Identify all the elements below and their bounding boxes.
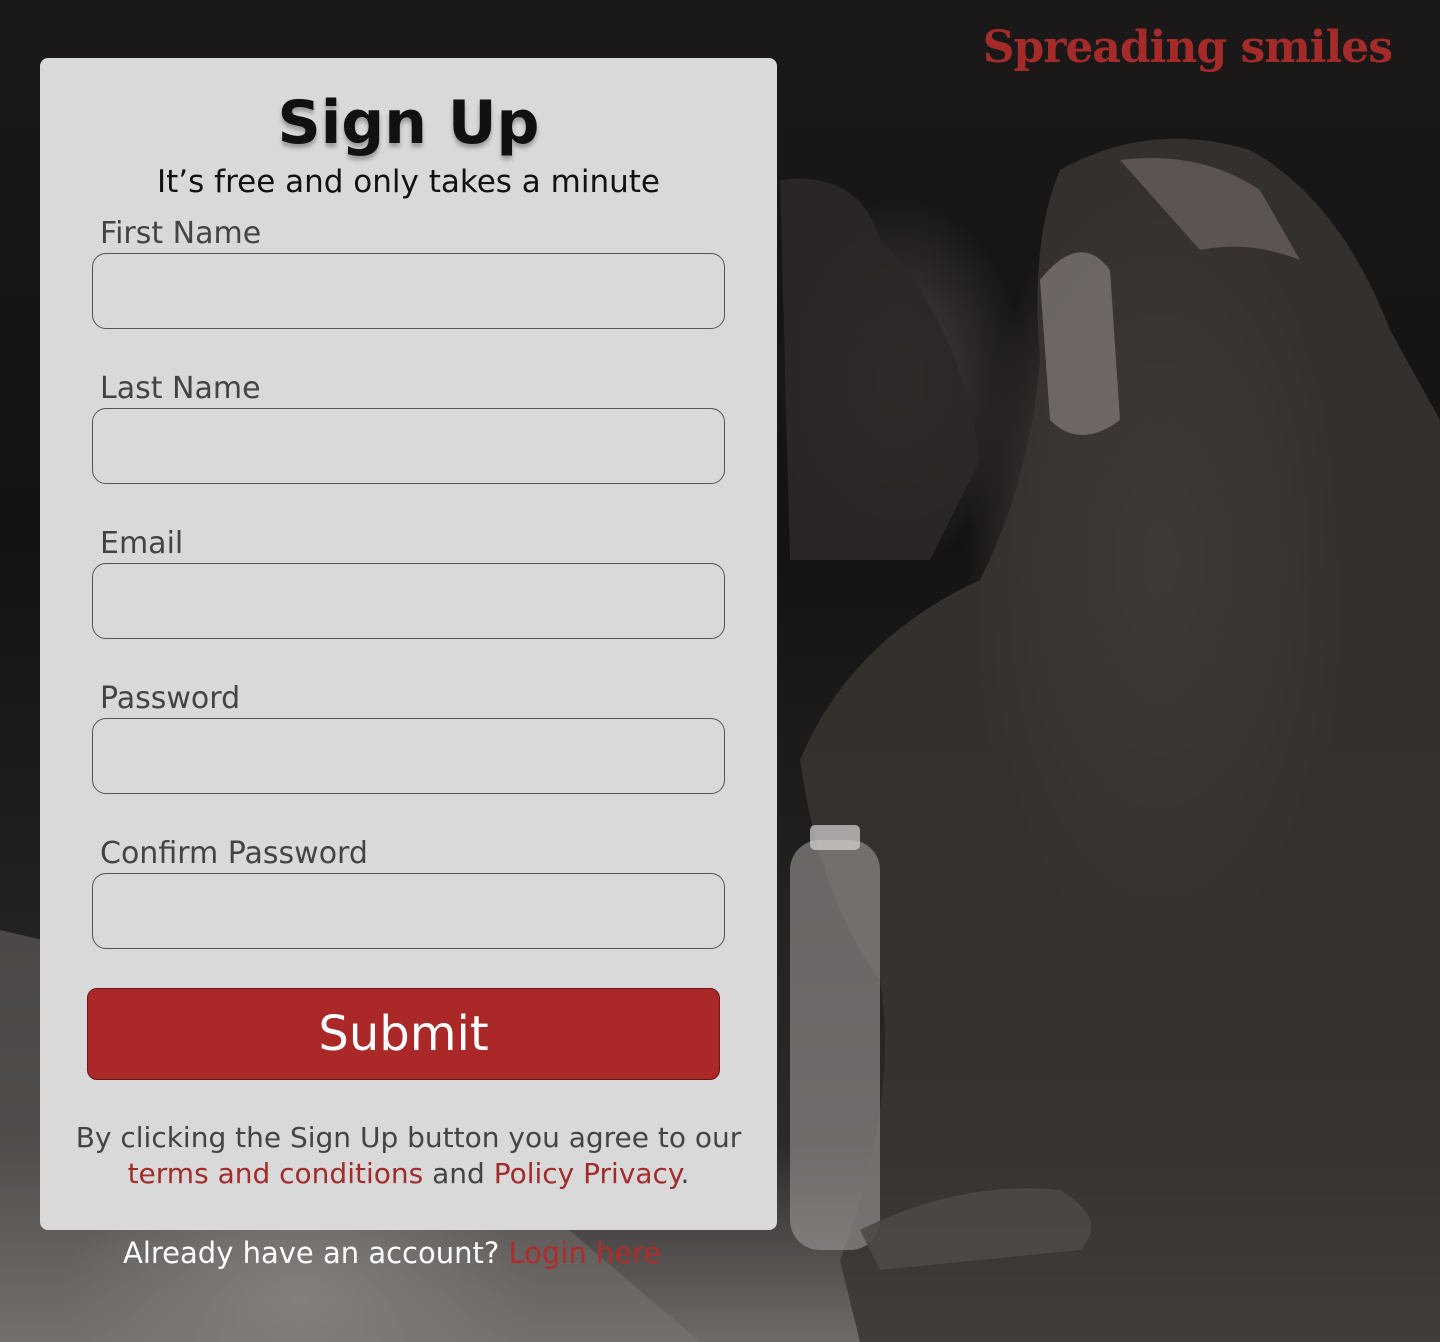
terms-prefix: By clicking the Sign Up button you agree… [75, 1121, 742, 1154]
confirm-password-label: Confirm Password [100, 836, 368, 871]
first-name-label: First Name [100, 216, 262, 251]
terms-suffix: . [680, 1157, 690, 1190]
brand-logo: Spreading smiles [982, 22, 1393, 73]
confirm-password-input[interactable] [92, 873, 725, 949]
login-link[interactable]: Login here [508, 1236, 661, 1270]
email-label: Email [100, 526, 184, 561]
terms-text: By clicking the Sign Up button you agree… [70, 1120, 747, 1192]
email-input[interactable] [92, 563, 725, 639]
submit-button[interactable]: Submit [87, 988, 720, 1080]
password-input[interactable] [92, 718, 725, 794]
first-name-input[interactable] [92, 253, 725, 329]
login-prompt: Already have an account? Login here [123, 1236, 661, 1270]
login-prompt-text: Already have an account? [123, 1236, 509, 1270]
last-name-label: Last Name [100, 371, 261, 406]
password-label: Password [100, 681, 241, 716]
signup-card: Sign Up It’s free and only takes a minut… [40, 58, 777, 1230]
terms-middle: and [423, 1157, 494, 1190]
terms-link[interactable]: terms and conditions [128, 1157, 424, 1190]
page-subtitle: It’s free and only takes a minute [157, 164, 660, 200]
privacy-link[interactable]: Policy Privacy [494, 1157, 681, 1190]
page-title: Sign Up [277, 88, 540, 158]
last-name-input[interactable] [92, 408, 725, 484]
